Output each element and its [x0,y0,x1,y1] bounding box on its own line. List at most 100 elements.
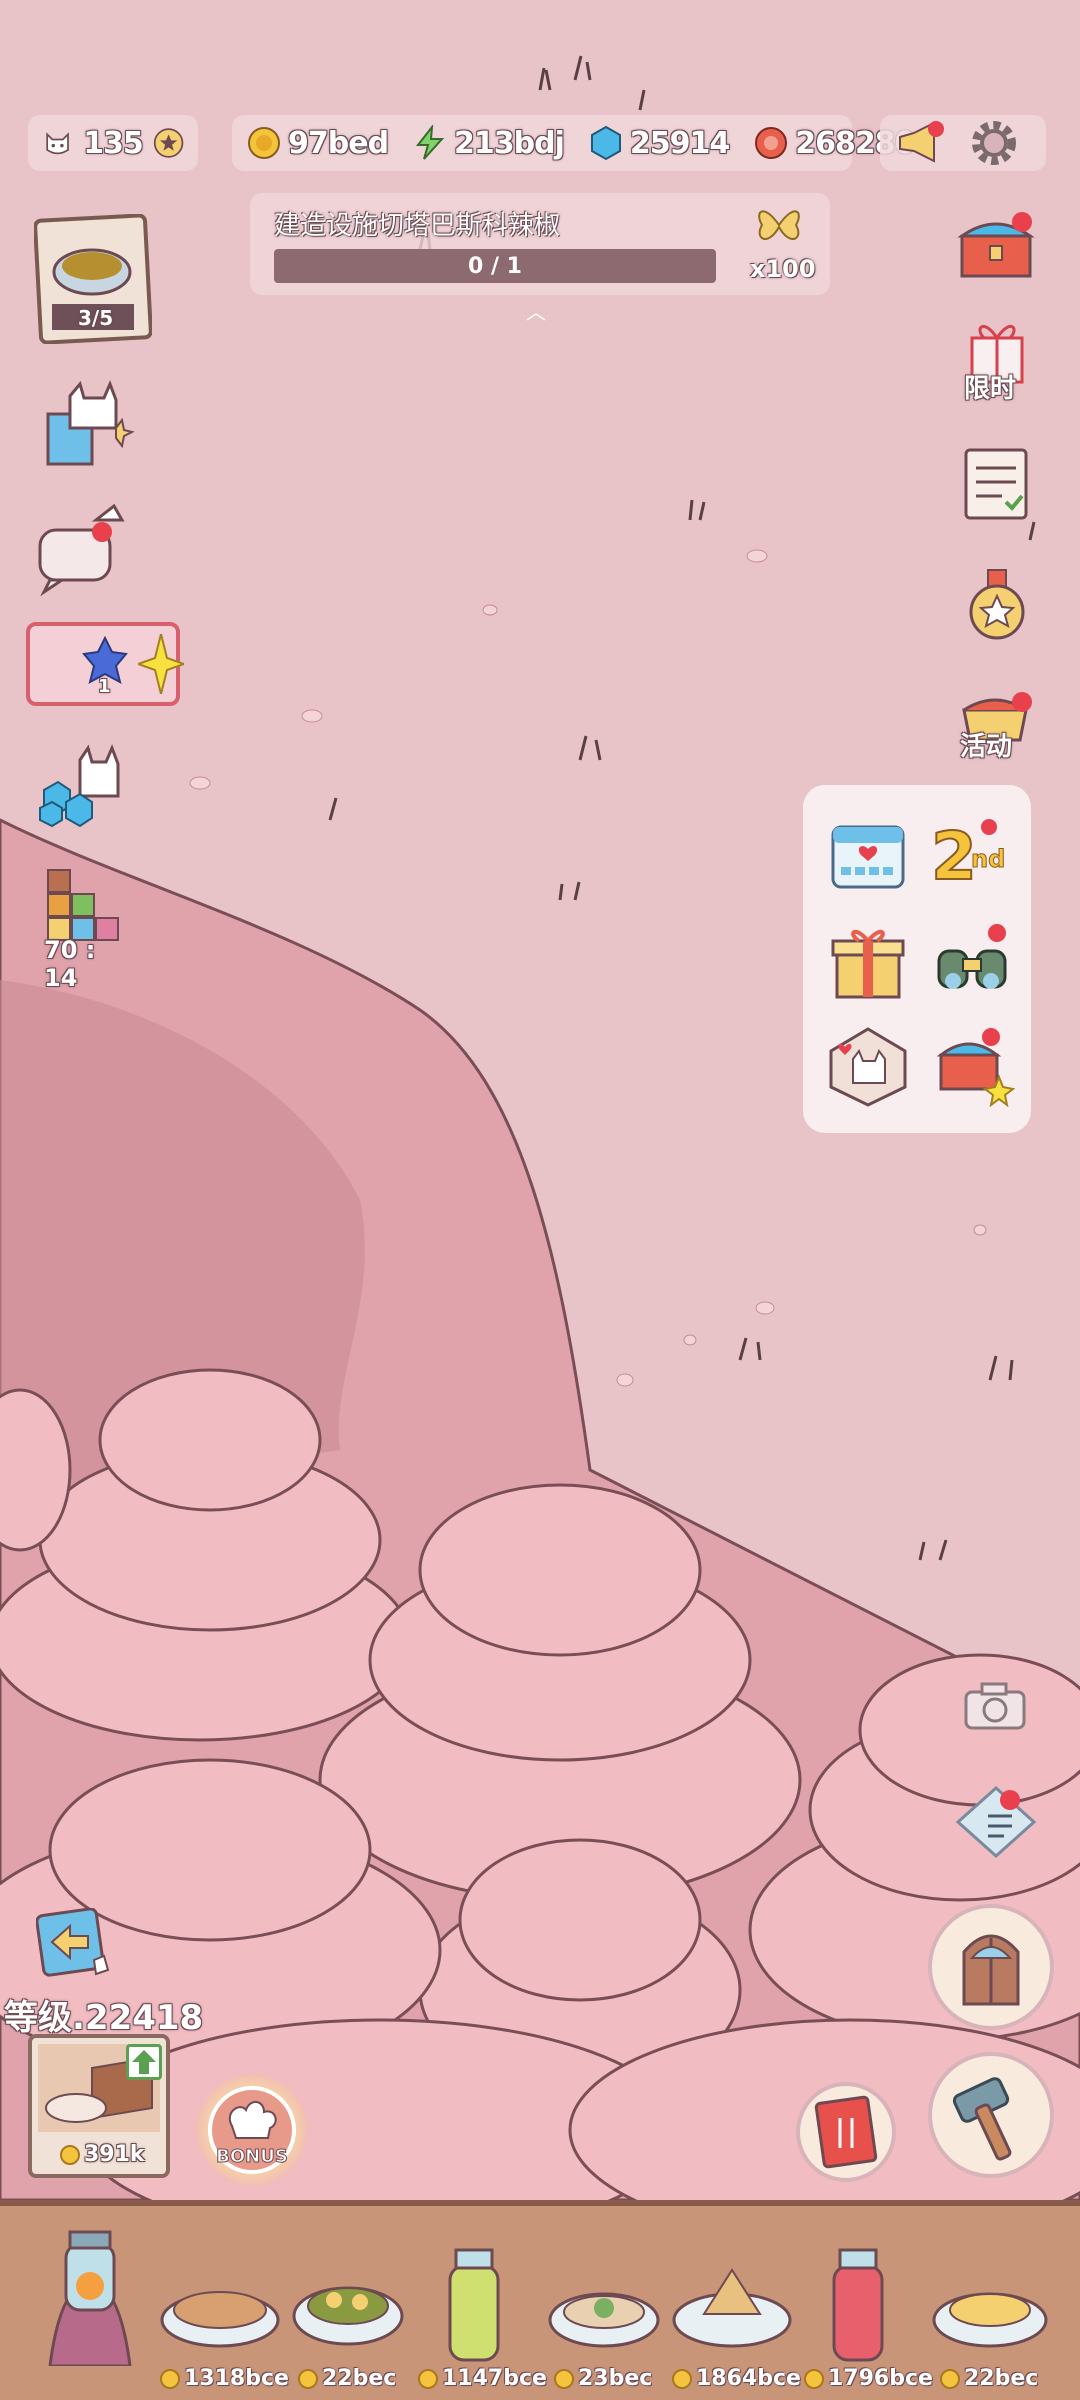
gem-currency[interactable]: 25914 [588,125,730,161]
door-button[interactable] [928,1904,1054,2030]
hammer-icon [952,2077,1012,2161]
chat-bubble-icon [38,503,125,597]
dish-price-5: 1864bce [672,2366,801,2391]
dish-price-6: 1796bce [804,2366,933,2391]
megaphone-icon[interactable] [894,121,946,165]
coin-icon [298,2368,318,2389]
coin-icon [60,2144,80,2165]
tasks-button[interactable] [956,440,1052,536]
price-text: 22bec [322,2366,397,2391]
coin-icon [554,2368,574,2389]
quest-progress-text: 0 / 1 [468,253,522,279]
recipe-button[interactable]: 3/5 [33,213,153,345]
grilled-fish-dish-icon[interactable] [158,2262,282,2354]
coin-currency[interactable]: 97bed [246,125,389,161]
medal-star-icon [969,569,1025,640]
coin-icon [418,2368,438,2389]
binoculars-icon[interactable] [929,917,1015,1003]
cookbook-icon [814,2095,878,2169]
dish-price-1: 1318bce [160,2366,289,2391]
upgrade-cost: 391k [84,2142,145,2167]
gem-cat-button[interactable] [36,740,136,836]
price-text: 1147bce [442,2366,547,2391]
coin-icon [672,2368,692,2389]
events-panel: 2 nd [803,785,1031,1133]
lemonade-jar-icon[interactable] [434,2236,514,2366]
cat-chef-jar-icon[interactable] [30,2216,150,2366]
energy-currency[interactable]: 213bdj [412,125,565,161]
medal-button[interactable] [958,562,1054,658]
cat-gift-button[interactable] [40,378,136,474]
coin-value: 97bed [288,125,389,161]
price-text: 22bec [964,2366,1039,2391]
calendar-icon[interactable] [825,813,911,899]
puzzle-timer-button[interactable]: 70 : 14 [42,866,132,992]
chat-button[interactable] [36,500,132,597]
dish-price-3: 1147bce [418,2366,547,2391]
collapse-chevron-icon[interactable]: ︿ [526,296,546,325]
energy-value: 213bdj [454,125,565,161]
upgrade-arrow-icon [126,2044,162,2080]
price-text: 23bec [578,2366,653,2391]
noodle-bowl-dish-icon[interactable] [546,2264,662,2354]
quest-panel[interactable]: 建造设施切塔巴斯科辣椒 0 / 1 x100 [250,193,830,295]
dish-price-4: 23bec [554,2366,652,2391]
task-list-icon [964,448,1028,520]
quest-progress-bar: 0 / 1 [274,249,716,283]
bonus-button[interactable]: BONUS [196,2074,308,2186]
coin-icon [804,2368,824,2389]
gem-value: 25914 [629,125,730,161]
recipe-progress: 3/5 [78,306,114,330]
coin-icon [940,2368,960,2389]
cookbook-button[interactable] [796,2082,896,2182]
level-label: 等级.22418 [4,1998,204,2038]
butterfly-icon [758,210,800,240]
puzzle-blocks-icon [47,869,119,941]
shop-chest-button[interactable] [952,202,1048,298]
camera-icon[interactable] [962,1680,1028,1732]
cat-with-gift-icon [46,379,135,466]
build-hammer-button[interactable] [928,2052,1054,2178]
green-salad-dish-icon[interactable] [290,2256,406,2352]
tree-event-count: 1 [98,676,111,697]
cat-count: 135 [83,125,144,161]
price-text: 1318bce [184,2366,289,2391]
quest-list-bubble-icon[interactable] [952,1782,1042,1862]
cat-count-pill[interactable]: 135 [28,115,198,171]
cat-with-gems-icon [39,743,120,828]
sparkle-icon [138,634,184,694]
dish-price-2: 22bec [298,2366,396,2391]
back-arrow-icon[interactable] [36,1908,118,1984]
tree-event-button[interactable]: 1 [26,622,184,706]
limited-offer-button[interactable]: 限时 [954,318,1050,414]
coin-icon [160,2368,180,2389]
activity-label: 活动 [960,732,1013,762]
anniversary-2nd-icon[interactable]: 2 nd [927,809,1013,895]
red-token-icon [755,127,788,159]
chest-stars-icon[interactable] [929,1021,1015,1107]
price-text: 1864bce [696,2366,801,2391]
star-badge-icon [153,128,184,158]
treasure-chest-icon [957,212,1035,278]
spring-roll-dish-icon[interactable] [670,2250,794,2354]
currency-bar: 97bed 213bdj 25914 268280 [232,115,916,171]
svg-text:BONUS: BONUS [216,2146,288,2167]
berry-juice-jar-icon[interactable] [818,2236,898,2366]
puzzle-timer: 70 : 14 [44,936,96,992]
limited-label: 限时 [964,374,1017,404]
pudding-dish-icon[interactable] [930,2262,1050,2354]
lightning-icon [416,125,445,160]
cat-face-icon [46,132,69,155]
activity-button[interactable]: 活动 [956,680,1052,776]
dish-price-7: 22bec [940,2366,1038,2391]
quest-title: 建造设施切塔巴斯科辣椒 [274,211,561,241]
gold-coin-icon [248,127,280,159]
upgrade-cost-row: 391k [60,2142,145,2167]
blue-gem-icon [590,125,621,161]
quest-reward-amount: x100 [750,255,816,283]
svg-text:nd: nd [971,845,1005,873]
cat-envelope-icon[interactable] [825,1023,911,1109]
gift-box-icon[interactable] [825,919,911,1005]
settings-gear-icon[interactable] [968,117,1020,169]
upgrade-card[interactable]: 391k [28,2034,170,2178]
